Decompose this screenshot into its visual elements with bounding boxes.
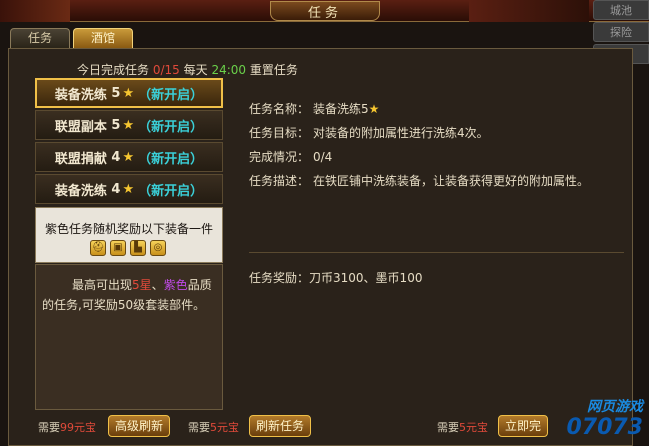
tavern-panel: 今日完成任务 0/15 每天 24:00 重置任务 装备洗练 5 ★ （新开启） 联… [8, 48, 633, 446]
detail-reward-row: 任务奖励： 刀币3100、墨币100 [249, 269, 422, 286]
quest-level: 5 [111, 85, 121, 101]
quest-level: 4 [111, 149, 121, 165]
armor-icon[interactable]: ▣ [110, 240, 126, 256]
equipment-reward-box: 紫色任务随机奖励以下装备一件 ⛑ ▣ ▙ ◎ [35, 207, 223, 263]
tab-quests[interactable]: 任务 [10, 28, 70, 48]
star-icon: ★ [122, 181, 135, 197]
summary-suffix: 重置任务 [249, 63, 298, 77]
side-button-explore[interactable]: 探险 [593, 22, 649, 42]
detail-goal-value: 对装备的附加属性进行洗练4次。 [313, 126, 489, 140]
advanced-refresh-button[interactable]: 高级刷新 [108, 415, 171, 437]
window-title: 任务 [270, 1, 380, 21]
summary-reset-time: 24:00 [211, 63, 247, 77]
quest-name: 装备洗练 [54, 183, 107, 199]
quest-status: （新开启） [138, 183, 204, 199]
cost-amount: 99元宝 [60, 421, 96, 434]
cost-prefix: 需要 [38, 421, 60, 434]
detail-name-value: 装备洗练5 [313, 102, 369, 116]
detail-reward-value: 刀币3100、墨币100 [309, 271, 423, 285]
detail-desc-row: 任务描述： 在铁匠铺中洗练装备，让装备获得更好的附加属性。 [249, 171, 624, 191]
detail-name-label: 任务名称： [249, 102, 310, 116]
detail-reward-label: 任务奖励： [249, 271, 310, 285]
quest-item[interactable]: 联盟副本 5 ★ （新开启） [35, 110, 223, 140]
watermark-line2: 07073 [566, 415, 643, 440]
quest-hint-box: 最高可出现5星、紫色品质的任务,可奖励50级套装部件。 [35, 264, 223, 410]
summary-progress: 0/15 [152, 63, 180, 77]
refresh-quest-button[interactable]: 刷新任务 [249, 415, 312, 437]
hint-part: 最高可出现 [72, 278, 133, 292]
quest-name: 联盟副本 [54, 119, 107, 135]
quest-name: 装备洗练 [54, 87, 107, 103]
window-titlebar: 任务 [0, 0, 649, 22]
detail-goal-label: 任务目标： [249, 126, 310, 140]
side-button-city[interactable]: 城池 [593, 0, 649, 20]
quest-name: 联盟捐献 [54, 151, 107, 167]
quest-level: 4 [111, 181, 121, 197]
detail-progress-label: 完成情况： [249, 150, 310, 164]
quest-status: （新开启） [138, 151, 204, 167]
summary-daily: 每天 [183, 63, 208, 77]
quest-item[interactable]: 装备洗练 5 ★ （新开启） [35, 78, 223, 108]
detail-desc-value: 在铁匠铺中洗练装备，让装备获得更好的附加属性。 [313, 174, 590, 188]
quest-item[interactable]: 联盟捐献 4 ★ （新开启） [35, 142, 223, 172]
reward-box-title: 紫色任务随机奖励以下装备一件 [44, 222, 213, 236]
detail-divider [249, 252, 624, 253]
cost-instant-complete: 需要5元宝 [437, 419, 488, 435]
detail-name-row: 任务名称： 装备洗练5★ [249, 99, 624, 119]
quest-detail: 任务名称： 装备洗练5★ 任务目标： 对装备的附加属性进行洗练4次。 完成情况：… [249, 99, 624, 195]
cost-prefix: 需要 [437, 421, 459, 434]
cost-prefix: 需要 [188, 421, 210, 434]
cost-refresh: 需要5元宝 [188, 419, 239, 435]
cost-amount: 5元宝 [210, 421, 239, 434]
summary-prefix: 今日完成任务 [77, 63, 150, 77]
hint-stars: 5星 [132, 278, 152, 292]
site-watermark: 网页游戏 07073 [523, 396, 643, 444]
star-icon: ★ [122, 85, 135, 101]
boots-icon[interactable]: ▙ [130, 240, 146, 256]
watermark-line1: 网页游戏 [587, 399, 643, 415]
detail-desc-label: 任务描述： [249, 174, 310, 188]
quest-status: （新开启） [138, 87, 204, 103]
tab-tavern[interactable]: 酒馆 [73, 28, 133, 48]
ring-icon[interactable]: ◎ [150, 240, 166, 256]
quest-item[interactable]: 装备洗练 4 ★ （新开启） [35, 174, 223, 204]
hint-part: 、 [151, 278, 164, 292]
detail-goal-row: 任务目标： 对装备的附加属性进行洗练4次。 [249, 123, 624, 143]
quest-list: 装备洗练 5 ★ （新开启） 联盟副本 5 ★ （新开启） 联盟捐献 4 ★ （新开启） 装… [35, 78, 223, 206]
helmet-icon[interactable]: ⛑ [90, 240, 106, 256]
detail-progress-row: 完成情况： 0/4 [249, 147, 624, 167]
quest-status: （新开启） [138, 119, 204, 135]
titlebar-ornament-right [469, 0, 589, 22]
reward-icons: ⛑ ▣ ▙ ◎ [90, 240, 166, 256]
detail-progress-value: 0/4 [313, 150, 333, 164]
quest-level: 5 [111, 117, 121, 133]
quest-hint-text: 最高可出现5星、紫色品质的任务,可奖励50级套装部件。 [36, 265, 222, 315]
star-icon: ★ [368, 102, 380, 116]
titlebar-ornament-left [0, 0, 70, 22]
daily-summary: 今日完成任务 0/15 每天 24:00 重置任务 [77, 61, 298, 78]
cost-amount: 5元宝 [459, 421, 488, 434]
star-icon: ★ [122, 149, 135, 165]
cost-advanced-refresh: 需要99元宝 [38, 419, 96, 435]
star-icon: ★ [122, 117, 135, 133]
hint-quality: 紫色 [163, 278, 188, 292]
